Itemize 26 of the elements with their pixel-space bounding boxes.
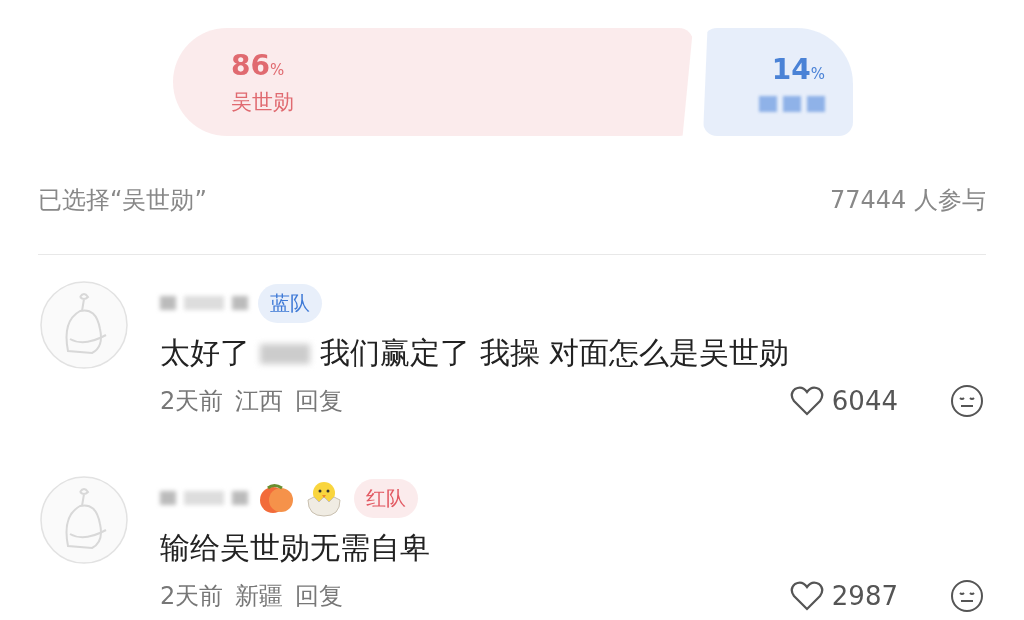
comment-text: 太好了	[160, 334, 250, 372]
poll-percent: 86%	[231, 48, 286, 82]
comment-location: 新疆	[235, 581, 284, 612]
comment-time: 2天前	[160, 386, 224, 417]
comment-text: 输给吴世勋无需自卑	[160, 529, 430, 567]
participant-count: 77444 人参与	[830, 185, 986, 216]
heart-icon[interactable]	[789, 386, 824, 416]
poll-percent: 14%	[771, 52, 825, 86]
team-tag: 红队	[354, 478, 418, 518]
reply-link[interactable]: 回复	[295, 385, 344, 417]
heart-icon[interactable]	[789, 581, 824, 611]
neutral-face-icon[interactable]	[950, 579, 984, 613]
poll-option[interactable]: 86% 吴世勋	[173, 28, 693, 136]
poll-option[interactable]: 14%	[703, 28, 853, 136]
selection-text: 已选择“吴世勋”	[38, 185, 207, 216]
blurred-text	[260, 343, 310, 364]
comment-text: 我们赢定了 我操 对面怎么是吴世勋	[320, 334, 790, 372]
comment-location: 江西	[235, 386, 284, 417]
neutral-face-icon[interactable]	[950, 384, 984, 418]
like-count: 2987	[831, 581, 898, 611]
reply-link[interactable]: 回复	[295, 580, 344, 612]
team-tag: 蓝队	[258, 283, 322, 323]
blurred-label	[759, 95, 825, 112]
like-count: 6044	[831, 386, 898, 416]
option-label: 吴世勋	[231, 88, 295, 116]
comment-time: 2天前	[160, 581, 224, 612]
